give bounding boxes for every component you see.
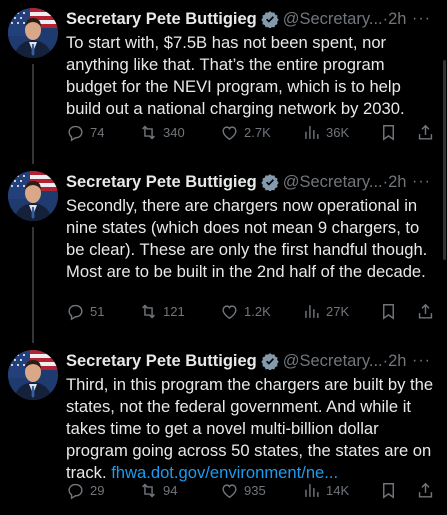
repost-count: 121	[163, 303, 185, 319]
heart-icon	[222, 125, 237, 140]
like-count: 2.7K	[244, 124, 271, 140]
tweet-text: Secondly, there are chargers now operati…	[66, 195, 438, 283]
thread-connector	[32, 227, 34, 343]
repost-icon	[142, 304, 155, 318]
author-name[interactable]: Secretary Pete Buttigieg	[66, 352, 257, 371]
share-icon	[418, 303, 433, 319]
reply-button[interactable]: 29	[66, 481, 104, 500]
share-button[interactable]	[416, 302, 435, 321]
like-count: 1.2K	[244, 303, 271, 319]
avatar[interactable]	[8, 171, 58, 221]
repost-count: 340	[163, 124, 185, 140]
views-icon	[305, 125, 319, 139]
tweet-actions: 29 94 935 14K	[66, 479, 440, 501]
thread-connector	[32, 64, 34, 164]
share-button[interactable]	[416, 123, 435, 142]
views-button[interactable]: 14K	[302, 481, 349, 500]
tweet-header: Secretary Pete Buttigieg @Secretary... ·…	[66, 8, 439, 30]
reply-icon	[68, 483, 83, 499]
timestamp[interactable]: 2h	[388, 10, 406, 29]
view-count: 14K	[326, 482, 350, 498]
verified-badge-icon	[261, 174, 279, 191]
author-handle[interactable]: @Secretary...	[283, 352, 383, 371]
views-icon	[305, 483, 319, 497]
timestamp[interactable]: 2h	[388, 352, 406, 371]
reply-count: 29	[90, 482, 105, 498]
share-icon	[418, 482, 433, 498]
reply-count: 74	[90, 124, 105, 140]
share-icon	[418, 124, 433, 140]
views-icon	[305, 304, 319, 318]
view-count: 27K	[326, 303, 350, 319]
bookmark-button[interactable]	[379, 302, 398, 321]
avatar[interactable]	[8, 8, 58, 58]
author-name[interactable]: Secretary Pete Buttigieg	[66, 173, 257, 192]
scrollbar[interactable]	[443, 60, 446, 260]
view-count: 36K	[326, 124, 350, 140]
repost-count: 94	[163, 482, 178, 498]
like-count: 935	[244, 482, 266, 498]
bookmark-button[interactable]	[379, 123, 398, 142]
reply-button[interactable]: 51	[66, 302, 104, 321]
bookmark-icon	[383, 124, 394, 141]
tweet-actions: 51 121 1.2K 27K	[66, 300, 440, 322]
tweet-actions: 74 340 2.7K 36K	[66, 121, 440, 143]
more-options-icon[interactable]: ···	[412, 352, 431, 370]
like-button[interactable]: 1.2K	[220, 302, 271, 321]
like-button[interactable]: 2.7K	[220, 123, 271, 142]
repost-icon	[142, 483, 155, 497]
tweet-header: Secretary Pete Buttigieg @Secretary... ·…	[66, 350, 439, 372]
bookmark-icon	[383, 482, 394, 499]
reply-count: 51	[90, 303, 105, 319]
share-button[interactable]	[416, 481, 435, 500]
views-button[interactable]: 27K	[302, 302, 349, 321]
bookmark-button[interactable]	[379, 481, 398, 500]
tweet-text: Third, in this program the chargers are …	[66, 374, 438, 484]
bookmark-icon	[383, 303, 394, 320]
verified-badge-icon	[261, 11, 279, 28]
repost-button[interactable]: 94	[139, 481, 177, 500]
like-button[interactable]: 935	[220, 481, 266, 500]
verified-badge-icon	[261, 353, 279, 370]
tweet-text-content: Secondly, there are chargers now operati…	[66, 196, 428, 281]
reply-icon	[68, 304, 83, 320]
views-button[interactable]: 36K	[302, 123, 349, 142]
more-options-icon[interactable]: ···	[412, 173, 431, 191]
more-options-icon[interactable]: ···	[412, 10, 431, 28]
tweet-header: Secretary Pete Buttigieg @Secretary... ·…	[66, 171, 439, 193]
timestamp[interactable]: 2h	[388, 173, 406, 192]
author-handle[interactable]: @Secretary...	[283, 10, 383, 29]
repost-icon	[142, 125, 155, 139]
reply-button[interactable]: 74	[66, 123, 104, 142]
heart-icon	[222, 483, 237, 498]
repost-button[interactable]: 121	[139, 302, 185, 321]
repost-button[interactable]: 340	[139, 123, 185, 142]
avatar[interactable]	[8, 350, 58, 400]
author-name[interactable]: Secretary Pete Buttigieg	[66, 10, 257, 29]
heart-icon	[222, 304, 237, 319]
reply-icon	[68, 125, 83, 141]
author-handle[interactable]: @Secretary...	[283, 173, 383, 192]
tweet-text-content: To start with, $7.5B has not been spent,…	[66, 33, 405, 118]
tweet-text: To start with, $7.5B has not been spent,…	[66, 32, 438, 120]
